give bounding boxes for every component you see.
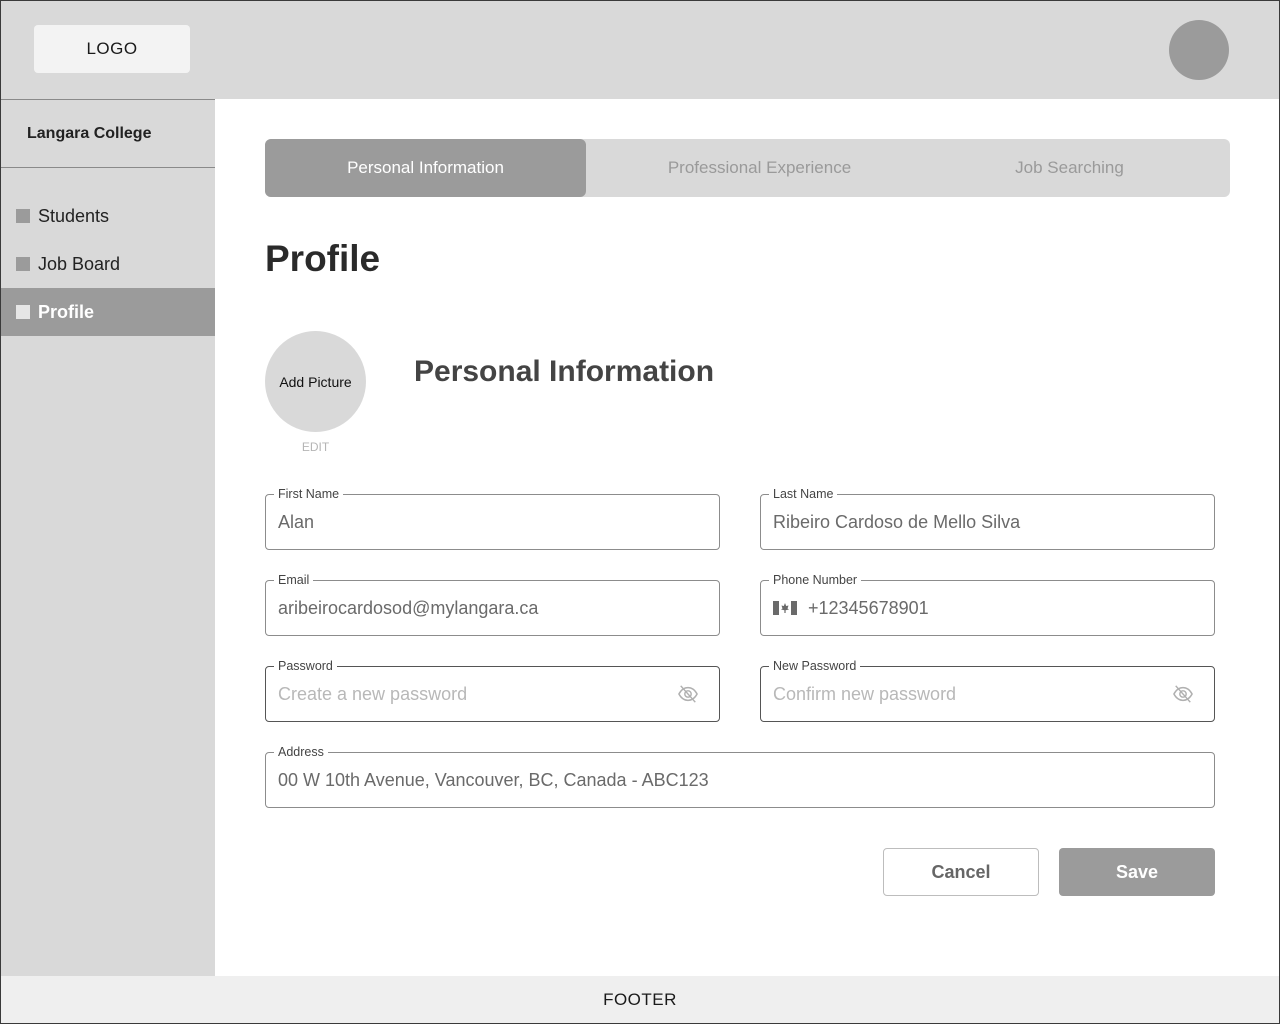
footer: FOOTER [0, 976, 1280, 1024]
square-icon [16, 305, 30, 319]
square-icon [16, 257, 30, 271]
phone-field: Phone Number [760, 572, 1215, 636]
address-field: Address [265, 744, 1215, 808]
address-input[interactable] [278, 753, 1178, 807]
sidebar-item-label: Profile [38, 301, 95, 322]
email-field: Email [265, 572, 720, 636]
sidebar-item-label: Job Board [38, 253, 121, 274]
password-field: Password [265, 658, 720, 722]
add-picture-label: Add Picture [279, 373, 352, 390]
sidebar-nav: Students Job Board Profile [0, 192, 215, 336]
password-input[interactable] [278, 667, 658, 721]
first-name-input[interactable] [278, 495, 658, 549]
cancel-button[interactable]: Cancel [883, 848, 1039, 896]
new-password-field: New Password [760, 658, 1215, 722]
sidebar-item-students[interactable]: Students [0, 192, 215, 240]
square-icon [16, 209, 30, 223]
new-password-input[interactable] [773, 667, 1153, 721]
save-button[interactable]: Save [1059, 848, 1215, 896]
email-input[interactable] [278, 581, 658, 635]
org-name: Langara College [0, 100, 215, 168]
last-name-field: Last Name [760, 486, 1215, 550]
eye-off-icon[interactable] [677, 684, 699, 704]
tab-bar: Personal Information Professional Experi… [265, 139, 1230, 197]
tab-professional-experience[interactable]: Professional Experience [586, 139, 933, 197]
logo[interactable]: LOGO [34, 25, 190, 73]
header: LOGO [0, 0, 1280, 99]
sidebar-item-job-board[interactable]: Job Board [0, 240, 215, 288]
sidebar: Langara College Students Job Board Profi… [0, 99, 215, 976]
add-picture-button[interactable]: Add Picture [265, 331, 366, 432]
phone-input[interactable] [808, 581, 1188, 635]
eye-off-icon[interactable] [1172, 684, 1194, 704]
section-title: Personal Information [414, 355, 715, 388]
tab-job-searching[interactable]: Job Searching [933, 139, 1206, 197]
sidebar-item-profile[interactable]: Profile [0, 288, 215, 336]
page-title: Profile [265, 238, 381, 279]
first-name-field: First Name [265, 486, 720, 550]
sidebar-item-label: Students [38, 205, 110, 226]
edit-picture-link[interactable]: EDIT [265, 440, 366, 454]
last-name-input[interactable] [773, 495, 1153, 549]
tab-personal-information[interactable]: Personal Information [265, 139, 586, 197]
canada-flag-icon[interactable] [773, 601, 797, 615]
user-avatar[interactable] [1169, 20, 1229, 80]
